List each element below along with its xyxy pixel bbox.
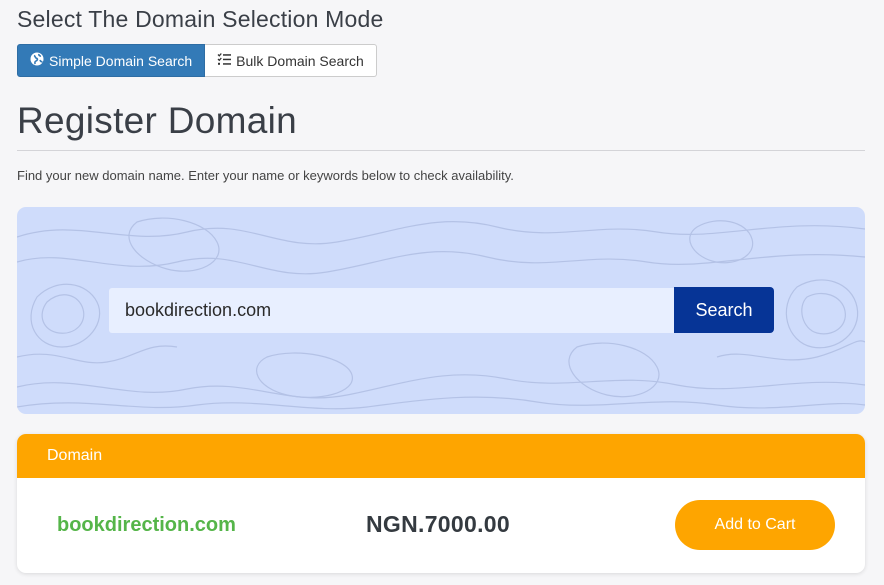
page-title: Register Domain — [17, 100, 298, 141]
result-price: NGN.7000.00 — [366, 511, 510, 537]
page: Select The Domain Selection Mode Simple … — [0, 0, 884, 585]
simple-search-button[interactable]: Simple Domain Search — [17, 44, 206, 77]
search-button[interactable]: Search — [674, 287, 774, 333]
add-to-cart-button[interactable]: Add to Cart — [675, 500, 835, 550]
domain-search-input[interactable] — [109, 288, 674, 333]
mode-selector-title: Select The Domain Selection Mode — [17, 6, 384, 32]
bulk-search-label: Bulk Domain Search — [236, 52, 364, 69]
simple-search-label: Simple Domain Search — [49, 52, 193, 69]
globe-icon — [30, 52, 44, 69]
domain-search-panel: Search — [17, 207, 865, 414]
title-divider — [17, 150, 865, 151]
list-check-icon — [217, 52, 232, 69]
domain-result-card: Domain bookdirection.com NGN.7000.00 Add… — [17, 434, 865, 573]
bulk-search-button[interactable]: Bulk Domain Search — [205, 44, 377, 77]
mode-switch: Simple Domain Search Bulk Domain Search — [17, 44, 377, 77]
result-header: Domain — [17, 434, 865, 478]
result-domain-name: bookdirection.com — [57, 514, 236, 536]
intro-text: Find your new domain name. Enter your na… — [17, 168, 514, 183]
